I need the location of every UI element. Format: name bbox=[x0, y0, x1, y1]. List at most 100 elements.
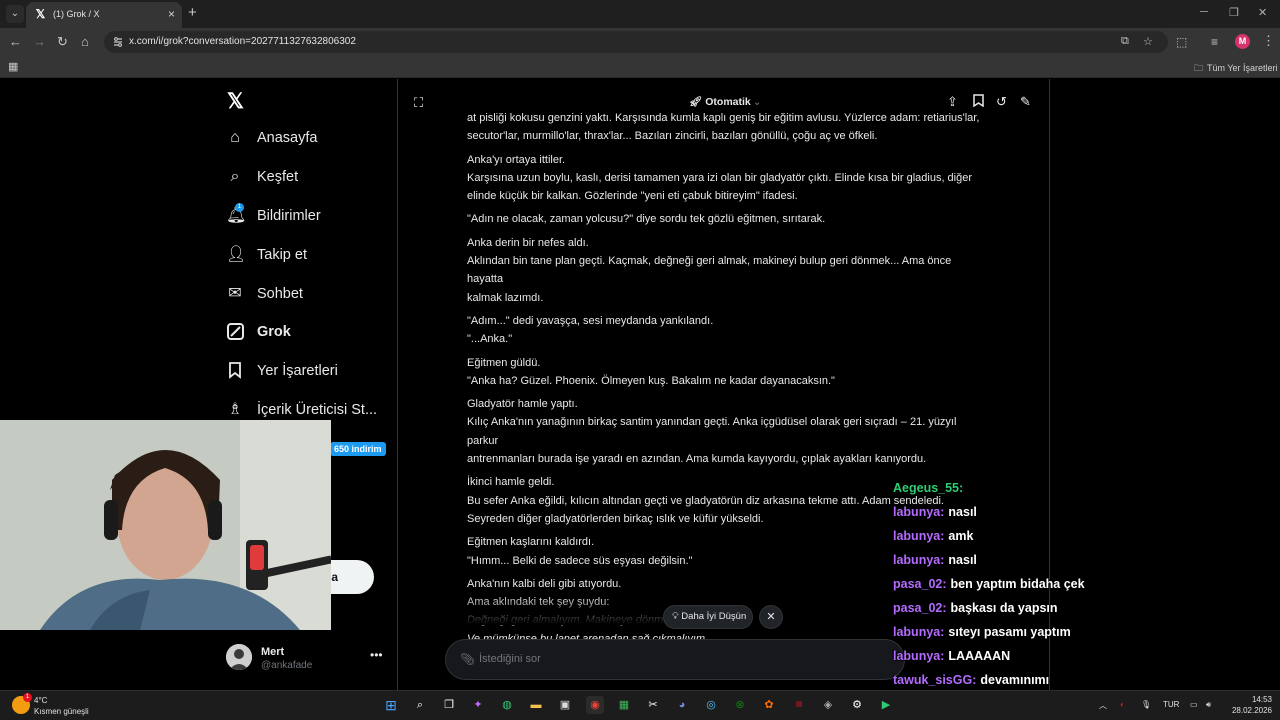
reload-icon[interactable]: ↻ bbox=[57, 34, 68, 50]
discord-icon[interactable]: ◕ bbox=[673, 696, 691, 714]
profile-avatar[interactable]: M bbox=[1235, 34, 1250, 49]
install-app-icon[interactable]: ⧉ bbox=[1121, 35, 1129, 48]
bell-icon: 🔔︎ 1 bbox=[226, 203, 247, 224]
xbox-icon[interactable]: ⊗ bbox=[731, 696, 749, 714]
sidebar-item-label: Keşfet bbox=[257, 169, 299, 185]
windows-taskbar: 1 4°C Kısmen güneşli ⊞ ⌕ ❐ ✦ ◍ ▬ ▣ ◉ ▦ ✂… bbox=[0, 690, 1280, 720]
capcut-icon[interactable]: ✂ bbox=[644, 696, 662, 714]
start-icon[interactable]: ⊞ bbox=[382, 696, 400, 714]
sidebar-item-grok[interactable]: Grok bbox=[226, 317, 291, 347]
address-bar[interactable]: x.com/i/grok?conversation=20277113276328… bbox=[104, 31, 1168, 53]
chat-message: pasa_02: başkası da yapsın bbox=[893, 601, 1058, 619]
chat-username: labunya: bbox=[893, 505, 945, 519]
sidebar-item-home[interactable]: ⌂ Anasayfa bbox=[226, 123, 317, 153]
minecraft-icon[interactable]: ▦ bbox=[615, 696, 633, 714]
ask-input[interactable]: 📎︎ İstediğini sor bbox=[445, 639, 905, 680]
taskbar-clock[interactable]: 14:53 28.02.2026 bbox=[1228, 694, 1272, 716]
chat-message: labunya: nasıl bbox=[893, 505, 977, 523]
home-button-icon[interactable]: ⌂ bbox=[81, 34, 89, 50]
mode-selector[interactable]: 🚀︎ Otomatik ⌄ bbox=[689, 95, 762, 108]
chat-username: pasa_02: bbox=[893, 601, 947, 615]
sidebar-item-chat[interactable]: ✉ Sohbet bbox=[226, 279, 303, 309]
minimize-icon[interactable]: ─ bbox=[1200, 6, 1208, 18]
forward-icon[interactable]: → bbox=[33, 34, 46, 50]
site-info-icon[interactable] bbox=[112, 36, 124, 48]
settings-icon[interactable]: ⚙ bbox=[848, 696, 866, 714]
chat-text: nasıl bbox=[948, 505, 977, 519]
maximize-icon[interactable]: ❐ bbox=[1229, 6, 1239, 19]
premium-discount-badge[interactable]: 650 indirim bbox=[330, 442, 386, 456]
store-icon[interactable]: ▣ bbox=[556, 696, 574, 714]
copilot-icon[interactable]: ✦ bbox=[469, 696, 487, 714]
sidebar-item-notifications[interactable]: 🔔︎ 1 Bildirimler bbox=[226, 201, 321, 231]
tab-search-button[interactable]: ⌄ bbox=[6, 5, 24, 23]
chrome-icon[interactable]: ◉ bbox=[586, 696, 604, 714]
tab-close-icon[interactable]: × bbox=[168, 7, 175, 21]
play-icon[interactable]: ▶ bbox=[877, 696, 895, 714]
url-text: x.com/i/grok?conversation=20277113276328… bbox=[129, 36, 356, 47]
expand-icon[interactable]: ⛶ bbox=[414, 95, 423, 111]
x-logo-icon[interactable]: 𝕏 bbox=[227, 89, 244, 114]
response-line: "Adım..." dedi yavaşça, sesi meydanda ya… bbox=[467, 314, 714, 327]
folder-icon: 🗀 bbox=[1194, 63, 1204, 73]
new-tab-button[interactable]: + bbox=[188, 5, 197, 21]
response-line: Anka derin bir nefes aldı. bbox=[467, 236, 589, 249]
sidebar-item-bookmarks[interactable]: Yer İşaretleri bbox=[226, 356, 338, 386]
webcam-overlay bbox=[0, 420, 331, 630]
app-red-icon[interactable]: ▤ bbox=[790, 696, 808, 714]
reading-list-icon[interactable]: ≡ bbox=[1211, 35, 1218, 49]
browser-tab-grok[interactable]: 𝕏 (1) Grok / X × bbox=[26, 2, 182, 28]
back-icon[interactable]: ← bbox=[9, 34, 22, 50]
chat-username: labunya: bbox=[893, 649, 945, 663]
think-better-label: Daha İyi Düşün bbox=[681, 611, 747, 622]
volume-icon[interactable]: 🔊︎ bbox=[1206, 700, 1211, 710]
response-line: Karşısına uzun boylu, kaslı, derisi tama… bbox=[467, 171, 973, 184]
extensions-icon[interactable]: ⬚ bbox=[1176, 35, 1187, 49]
rocket-icon: 🚀︎ bbox=[689, 96, 706, 108]
microphone-icon[interactable]: 🎙︎ bbox=[1141, 700, 1151, 709]
sidebar-item-follow[interactable]: 👤︎ Takip et bbox=[226, 240, 307, 270]
apps-grid-icon[interactable]: ▦ bbox=[8, 60, 18, 73]
grok-response: at pisliği kokusu genzini yaktı. Karşısı… bbox=[467, 109, 987, 653]
file-explorer-icon[interactable]: ▬ bbox=[527, 696, 545, 714]
think-better-button[interactable]: 💡︎ Daha İyi Düşün bbox=[663, 605, 753, 629]
response-line: İkinci hamle geldi. bbox=[467, 476, 555, 489]
response-line: Anka'nın kalbi deli gibi atıyordu. bbox=[467, 577, 622, 590]
history-icon[interactable]: ↺ bbox=[996, 94, 1007, 110]
steam-icon[interactable]: ◎ bbox=[702, 696, 720, 714]
chat-username: labunya: bbox=[893, 529, 945, 543]
share-icon[interactable]: ⇪ bbox=[947, 94, 958, 110]
window-close-icon[interactable]: ✕ bbox=[1258, 6, 1267, 19]
more-options-icon[interactable]: ••• bbox=[370, 648, 383, 662]
new-chat-icon[interactable]: ✎ bbox=[1020, 94, 1031, 110]
bookmark-star-icon[interactable]: ☆ bbox=[1143, 35, 1153, 48]
response-paragraph: "Adın ne olacak, zaman yolcusu?" diye so… bbox=[467, 210, 987, 228]
clock-time: 14:53 bbox=[1251, 695, 1272, 704]
language-indicator[interactable]: TUR bbox=[1163, 700, 1179, 709]
network-icon[interactable]: ▭ bbox=[1190, 700, 1198, 709]
edge-icon[interactable]: ◍ bbox=[498, 696, 516, 714]
response-line: secutor'lar, murmillo'lar, thrax'lar... … bbox=[467, 130, 878, 143]
weather-widget[interactable]: 1 4°C Kısmen güneşli bbox=[12, 693, 102, 718]
tray-app-icon[interactable]: ◐ bbox=[1120, 700, 1125, 709]
sidebar-item-explore[interactable]: ⌕ Keşfet bbox=[226, 162, 299, 192]
photo-app-icon[interactable]: ✿ bbox=[760, 696, 778, 714]
dismiss-button[interactable]: ✕ bbox=[759, 605, 783, 629]
task-view-icon[interactable]: ❐ bbox=[440, 696, 458, 714]
bookmark-icon[interactable] bbox=[973, 94, 984, 110]
weather-temp: 4°C bbox=[34, 696, 48, 705]
chat-message: labunya: nasıl bbox=[893, 553, 977, 571]
response-line: Kılıç Anka'nın yanağının birkaç santim y… bbox=[467, 416, 957, 447]
tray-chevron-icon[interactable]: ︿ bbox=[1099, 700, 1107, 711]
response-line: "Adın ne olacak, zaman yolcusu?" diye so… bbox=[467, 213, 826, 226]
response-paragraph: "Adım..." dedi yavaşça, sesi meydanda ya… bbox=[467, 312, 987, 349]
browser-menu-icon[interactable]: ⋮ bbox=[1262, 33, 1275, 49]
account-switcher[interactable]: Mert @ankafade ••• bbox=[226, 642, 386, 674]
sidebar-item-label: Sohbet bbox=[257, 286, 303, 302]
response-paragraph: Eğitmen güldü. "Anka ha? Güzel. Phoenix. … bbox=[467, 354, 987, 391]
all-bookmarks-button[interactable]: 🗀 Tüm Yer İşaretleri bbox=[1194, 61, 1278, 77]
bookmarks-bar: ▦ 🗀 Tüm Yer İşaretleri bbox=[0, 56, 1280, 78]
search-icon[interactable]: ⌕ bbox=[411, 696, 429, 714]
attach-icon[interactable]: 📎︎ bbox=[460, 652, 475, 666]
app-gray-icon[interactable]: ◈ bbox=[819, 696, 837, 714]
